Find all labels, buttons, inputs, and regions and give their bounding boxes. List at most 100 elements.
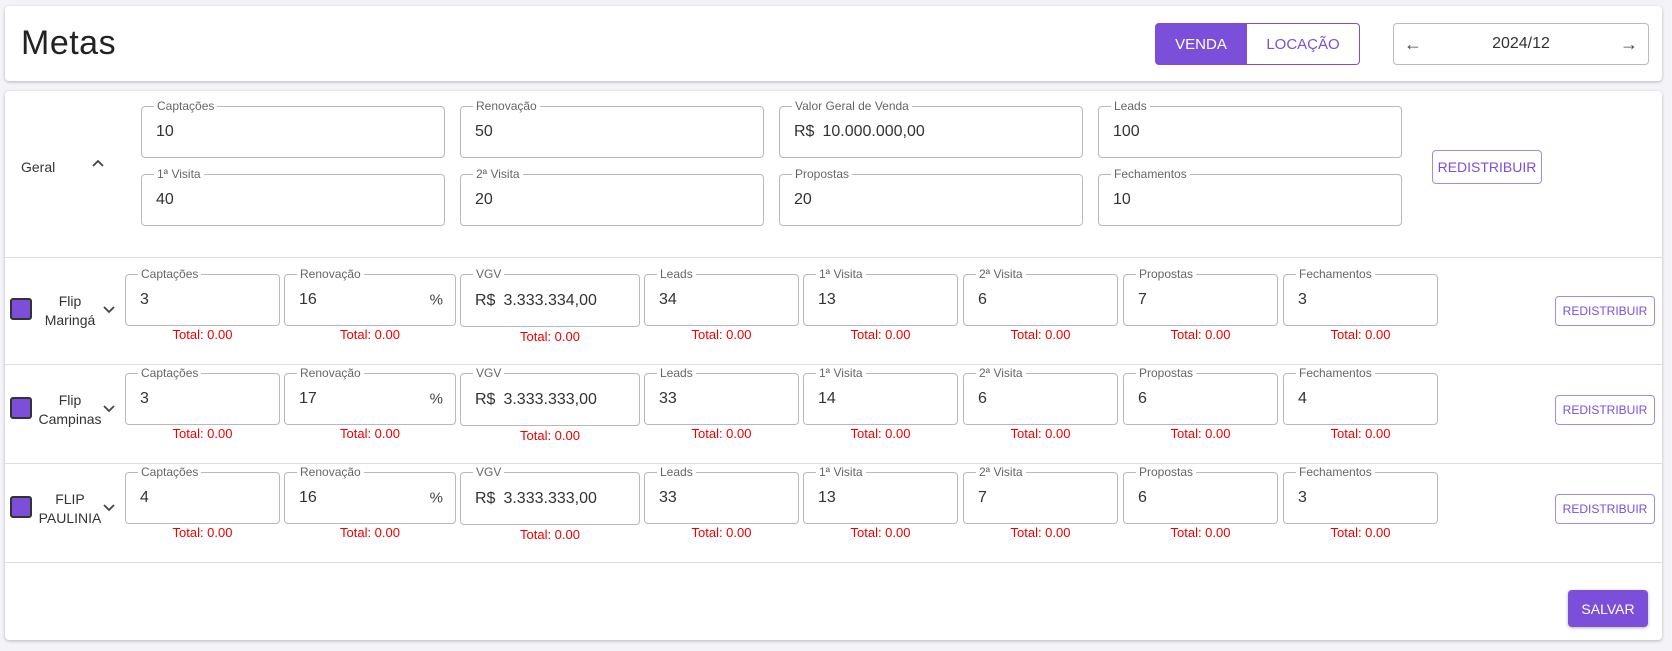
currency-prefix: R$: [794, 123, 815, 140]
branch-captacoes-field[interactable]: Captações 3: [125, 366, 280, 425]
branch-fechamentos-field[interactable]: Fechamentos 3: [1283, 267, 1438, 326]
branch-checkbox[interactable]: [10, 298, 32, 320]
branch-name-line2: Maringá: [44, 312, 96, 328]
branch-row: Flip Maringá Captações 3 Total: 0.00 Renova…: [5, 259, 1662, 365]
period-value: 2024/12: [1492, 35, 1550, 52]
field-total: Total: 0.00: [691, 327, 752, 342]
branch-name: Flip Maringá: [35, 292, 105, 330]
field-label: 2ª Visita: [976, 465, 1026, 479]
field-value: 3: [140, 390, 149, 407]
chevron-down-icon[interactable]: [102, 502, 116, 516]
field-value: 14: [818, 390, 836, 407]
branch-visita1-field[interactable]: 1ª Visita 13: [803, 465, 958, 524]
field-value: 33: [659, 489, 677, 506]
field-value: 13: [818, 291, 836, 308]
geral-captacoes-field[interactable]: Captações 10: [141, 99, 445, 158]
branch-checkbox[interactable]: [10, 397, 32, 419]
branch-fechamentos-field[interactable]: Fechamentos 3: [1283, 465, 1438, 524]
page-title: Metas: [21, 24, 117, 62]
geral-section: Geral Captações 10 Renovação 50 Valor Ge…: [5, 91, 1662, 258]
toggle-venda-button[interactable]: VENDA: [1155, 23, 1247, 65]
field-total: Total: 0.00: [172, 426, 233, 441]
field-label: Propostas: [1136, 465, 1197, 479]
geral-leads-field[interactable]: Leads 100: [1098, 99, 1402, 158]
percent-suffix: %: [429, 390, 443, 408]
branch-propostas-field[interactable]: Propostas 7: [1123, 267, 1278, 326]
field-label: Captações: [154, 99, 218, 113]
field-label: 2ª Visita: [976, 366, 1026, 380]
branch-vgv-field[interactable]: VGV R$ 3.333.333,00: [460, 465, 640, 525]
geral-visita2-field[interactable]: 2ª Visita 20: [460, 167, 764, 226]
field-value: 13: [818, 489, 836, 506]
field-value: R$ 3.333.334,00: [475, 291, 597, 309]
field-value: 6: [1138, 489, 1147, 506]
branch-visita2-field[interactable]: 2ª Visita 7: [963, 465, 1118, 524]
branch-renovacao-field[interactable]: Renovação 16%: [284, 267, 456, 326]
field-total: Total: 0.00: [1330, 426, 1391, 441]
field-value: 34: [659, 291, 677, 308]
branch-visita2-field[interactable]: 2ª Visita 6: [963, 267, 1118, 326]
field-total: Total: 0.00: [1170, 426, 1231, 441]
field-label: 2ª Visita: [976, 267, 1026, 281]
branch-leads-field[interactable]: Leads 33: [644, 366, 799, 425]
geral-propostas-field[interactable]: Propostas 20: [779, 167, 1083, 226]
field-label: 1ª Visita: [816, 366, 866, 380]
field-total: Total: 0.00: [1170, 327, 1231, 342]
branch-fechamentos-field[interactable]: Fechamentos 4: [1283, 366, 1438, 425]
branch-visita2-field[interactable]: 2ª Visita 6: [963, 366, 1118, 425]
branch-propostas-field[interactable]: Propostas 6: [1123, 465, 1278, 524]
branch-redistribute-button[interactable]: REDISTRIBUIR: [1555, 494, 1655, 524]
geral-visita1-field[interactable]: 1ª Visita 40: [141, 167, 445, 226]
save-button[interactable]: SALVAR: [1568, 590, 1648, 627]
branch-captacoes-field[interactable]: Captações 3: [125, 267, 280, 326]
branch-captacoes-field[interactable]: Captações 4: [125, 465, 280, 524]
geral-renovacao-field[interactable]: Renovação 50: [460, 99, 764, 158]
percent-suffix: %: [429, 489, 443, 507]
field-value: 16: [299, 291, 317, 308]
field-label: VGV: [473, 366, 505, 380]
geral-label: Geral: [21, 159, 56, 175]
arrow-left-icon[interactable]: ←: [1404, 34, 1422, 55]
field-total: Total: 0.00: [520, 428, 580, 443]
arrow-right-icon[interactable]: →: [1620, 34, 1638, 55]
field-total: Total: 0.00: [340, 426, 400, 441]
branch-leads-field[interactable]: Leads 33: [644, 465, 799, 524]
field-label: VGV: [473, 465, 505, 479]
branch-leads-field[interactable]: Leads 34: [644, 267, 799, 326]
branch-renovacao-field[interactable]: Renovação 17%: [284, 366, 456, 425]
field-value: 100: [1113, 123, 1140, 140]
field-total: Total: 0.00: [1010, 525, 1071, 540]
geral-redistribute-button[interactable]: REDISTRIBUIR: [1432, 150, 1542, 184]
percent-suffix: %: [429, 291, 443, 309]
field-label: Fechamentos: [1296, 267, 1375, 281]
branch-name: Flip Campinas: [35, 391, 105, 429]
field-value: 10: [156, 123, 174, 140]
field-label: Captações: [138, 267, 202, 281]
branch-redistribute-button[interactable]: REDISTRIBUIR: [1555, 395, 1655, 425]
toggle-locacao-button[interactable]: LOCAÇÃO: [1247, 23, 1360, 65]
branch-vgv-field[interactable]: VGV R$ 3.333.333,00: [460, 366, 640, 426]
branch-visita1-field[interactable]: 1ª Visita 13: [803, 267, 958, 326]
branch-renovacao-field[interactable]: Renovação 16%: [284, 465, 456, 524]
chevron-down-icon[interactable]: [102, 403, 116, 417]
chevron-up-icon[interactable]: [91, 157, 105, 171]
field-value: 16: [299, 489, 317, 506]
field-total: Total: 0.00: [850, 426, 911, 441]
branch-redistribute-button[interactable]: REDISTRIBUIR: [1555, 296, 1655, 326]
branch-visita1-field[interactable]: 1ª Visita 14: [803, 366, 958, 425]
branch-name-line1: Flip: [58, 392, 82, 408]
field-total: Total: 0.00: [691, 426, 752, 441]
field-label: Fechamentos: [1111, 167, 1190, 181]
branch-propostas-field[interactable]: Propostas 6: [1123, 366, 1278, 425]
field-label: Propostas: [1136, 267, 1197, 281]
geral-fechamentos-field[interactable]: Fechamentos 10: [1098, 167, 1402, 226]
field-value: 33: [659, 390, 677, 407]
branch-vgv-field[interactable]: VGV R$ 3.333.334,00: [460, 267, 640, 327]
field-label: Captações: [138, 465, 202, 479]
geral-vgv-field[interactable]: Valor Geral de Venda R$ 10.000.000,00: [779, 99, 1083, 158]
chevron-down-icon[interactable]: [102, 304, 116, 318]
field-value: 20: [794, 191, 812, 208]
field-label: 1ª Visita: [816, 465, 866, 479]
header-bar: Metas VENDA LOCAÇÃO ← 2024/12 →: [5, 6, 1662, 81]
branch-checkbox[interactable]: [10, 496, 32, 518]
